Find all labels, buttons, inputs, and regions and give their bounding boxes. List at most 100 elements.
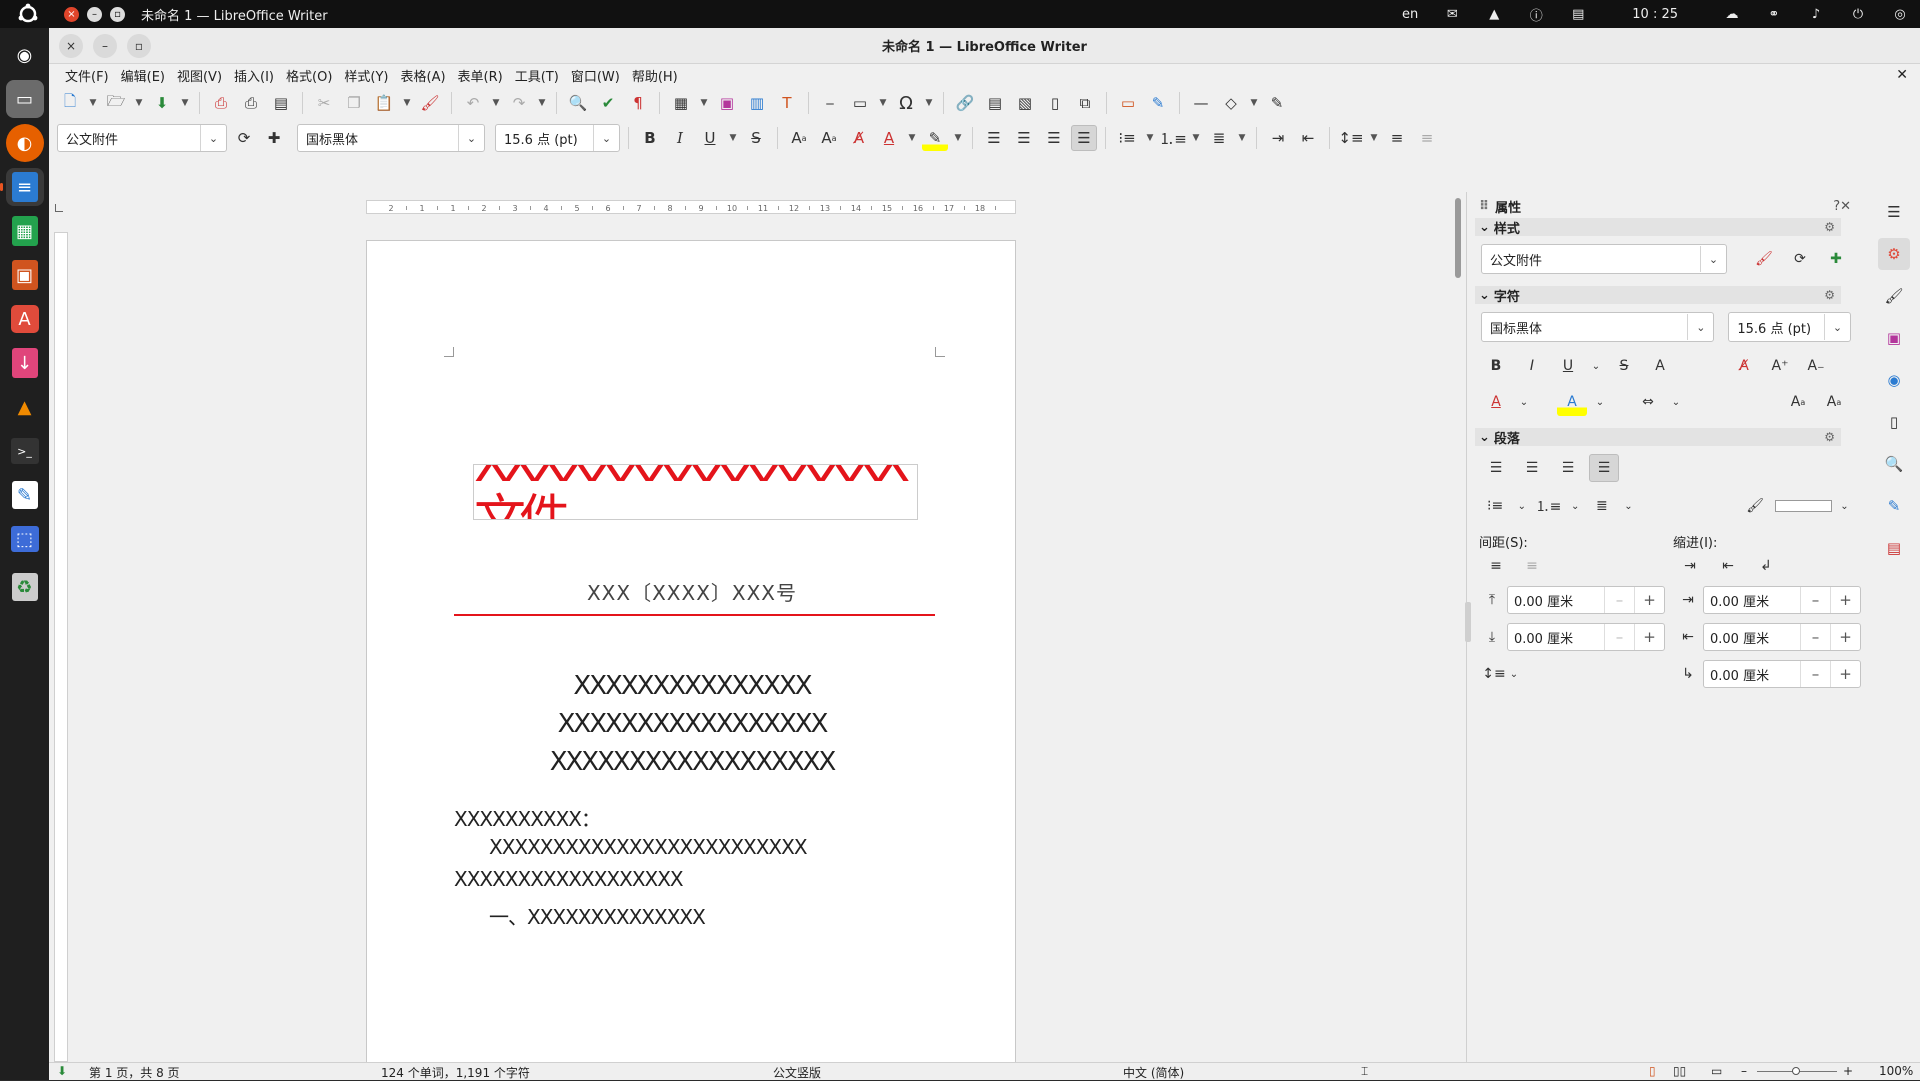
numbered-dropdown-icon[interactable]: ⌄ xyxy=(1569,492,1582,520)
maximize-icon[interactable]: ▫ xyxy=(110,6,125,22)
strikethrough-icon[interactable]: S xyxy=(1609,352,1639,380)
sidebar-size-combo[interactable]: 15.6 点 (pt) ⌄ xyxy=(1728,312,1851,342)
justify-icon[interactable]: ☰ xyxy=(1071,125,1097,151)
highlight-color-icon[interactable]: A xyxy=(1557,388,1587,416)
new-style-icon[interactable]: ✚ xyxy=(1821,245,1851,273)
writer-icon[interactable]: ≡ xyxy=(0,168,44,206)
screenshot-icon[interactable]: ⬚ xyxy=(6,520,44,558)
clear-formatting-icon[interactable]: A̸ xyxy=(1729,352,1759,380)
highlight-color-icon[interactable]: ✎ xyxy=(922,125,948,151)
special-char-dropdown-icon[interactable]: ▼ xyxy=(923,90,935,116)
style-section-header[interactable]: ⌄ 样式 ⚙ xyxy=(1475,218,1841,237)
cut-icon[interactable]: ✂ xyxy=(311,90,337,116)
numbered-dropdown-icon[interactable]: ▼ xyxy=(1190,125,1202,151)
bullet-dropdown-icon[interactable]: ▼ xyxy=(1144,125,1156,151)
align-center-icon[interactable]: ☰ xyxy=(1011,125,1037,151)
chevron-down-icon[interactable]: ⌄ xyxy=(593,125,619,151)
shrink-font-icon[interactable]: A₋ xyxy=(1801,352,1831,380)
highlight-dropdown-icon[interactable]: ⌄ xyxy=(1593,388,1607,416)
gear-icon[interactable]: ⚙ xyxy=(1824,288,1835,302)
menu-edit[interactable]: 编辑(E) xyxy=(115,66,171,85)
line-spacing-icon[interactable]: ↕≡ xyxy=(1338,125,1364,151)
underline-icon[interactable]: U xyxy=(697,125,723,151)
tab-stop-selector[interactable] xyxy=(55,204,63,212)
bookmark-icon[interactable]: ▯ xyxy=(1042,90,1068,116)
indent-after-field[interactable]: 0.00 厘米 – + xyxy=(1703,623,1861,651)
plus-icon[interactable]: + xyxy=(1830,587,1860,613)
single-page-view-icon[interactable]: ▯ xyxy=(1649,1064,1656,1078)
footnote-icon[interactable]: ▤ xyxy=(982,90,1008,116)
trash-icon[interactable]: ♻ xyxy=(6,568,44,606)
line-spacing-icon[interactable]: ↕≡ xyxy=(1479,660,1509,688)
justify-icon[interactable]: ☰ xyxy=(1589,454,1619,482)
chevron-down-icon[interactable]: ⌄ xyxy=(1700,246,1726,272)
formatting-marks-icon[interactable]: ¶ xyxy=(625,90,651,116)
font-color-dropdown-icon[interactable]: ⌄ xyxy=(1517,388,1531,416)
keyboard-language[interactable]: en xyxy=(1402,7,1418,22)
open-folder-icon[interactable]: 🗁 xyxy=(103,90,129,116)
font-color-icon[interactable]: A xyxy=(876,125,902,151)
insert-textbox-icon[interactable]: T xyxy=(774,90,800,116)
strikethrough-icon[interactable]: S xyxy=(743,125,769,151)
terminal-icon[interactable]: >_ xyxy=(6,432,44,470)
styles-tab-icon[interactable]: 🖌 xyxy=(1878,280,1910,312)
decrease-paragraph-spacing-icon[interactable]: ≡ xyxy=(1517,552,1547,580)
minus-icon[interactable]: – xyxy=(1800,661,1830,687)
paragraph-background-swatch[interactable] xyxy=(1775,500,1832,512)
text-language[interactable]: 中文 (简体) xyxy=(1123,1064,1184,1081)
outline-dropdown-icon[interactable]: ⌄ xyxy=(1622,492,1635,520)
subscript-icon[interactable]: Aa xyxy=(1819,388,1849,416)
character-spacing-icon[interactable]: ⇔ xyxy=(1633,388,1663,416)
close-icon[interactable]: × xyxy=(64,6,79,22)
new-style-icon[interactable]: ✚ xyxy=(261,125,287,151)
ubuntu-icon[interactable]: ◉ xyxy=(6,36,44,74)
paste-icon[interactable]: 📋 xyxy=(371,90,397,116)
bullet-list-icon[interactable]: ⁝≡ xyxy=(1114,125,1140,151)
bold-icon[interactable]: B xyxy=(1481,352,1511,380)
plus-icon[interactable]: + xyxy=(1634,624,1664,650)
gallery-tab-icon[interactable]: ▣ xyxy=(1878,322,1910,354)
undo-dropdown-icon[interactable]: ▼ xyxy=(490,90,502,116)
multi-page-view-icon[interactable]: ▯▯ xyxy=(1673,1064,1686,1078)
page-count[interactable]: 第 1 页，共 8 页 xyxy=(89,1064,180,1081)
align-right-icon[interactable]: ☰ xyxy=(1553,454,1583,482)
update-style-icon[interactable]: ⟳ xyxy=(1785,245,1815,273)
outline-list-icon[interactable]: ≣ xyxy=(1588,492,1616,520)
help-icon[interactable]: ?✕ xyxy=(1833,199,1851,214)
clock[interactable]: 10 : 25 xyxy=(1632,7,1678,22)
menu-format[interactable]: 格式(O) xyxy=(280,66,338,85)
insert-line-icon[interactable]: — xyxy=(1188,90,1214,116)
cross-reference-icon[interactable]: ⧉ xyxy=(1072,90,1098,116)
save-dropdown-icon[interactable]: ▼ xyxy=(179,90,191,116)
page-tab-icon[interactable]: ▯ xyxy=(1878,406,1910,438)
italic-icon[interactable]: I xyxy=(1517,352,1547,380)
copy-icon[interactable]: ❐ xyxy=(341,90,367,116)
red-header-title[interactable]: XXXXXXXXXXXXXXX文件 xyxy=(473,464,918,520)
redo-dropdown-icon[interactable]: ▼ xyxy=(536,90,548,116)
installer-icon[interactable]: ↓ xyxy=(6,344,44,382)
title-line-1[interactable]: XXXXXXXXXXXXXXX xyxy=(367,671,1017,701)
increase-spacing-icon[interactable]: ≡ xyxy=(1384,125,1410,151)
grow-font-icon[interactable]: A⁺ xyxy=(1765,352,1795,380)
weather-icon[interactable]: ☁ xyxy=(1724,6,1740,22)
table-dropdown-icon[interactable]: ▼ xyxy=(698,90,710,116)
book-view-icon[interactable]: ▭ xyxy=(1711,1064,1722,1078)
field-dropdown-icon[interactable]: ▼ xyxy=(877,90,889,116)
insert-field-icon[interactable]: ▭ xyxy=(847,90,873,116)
insert-table-icon[interactable]: ▦ xyxy=(668,90,694,116)
clipboard-icon[interactable]: ▤ xyxy=(1570,6,1586,22)
superscript-icon[interactable]: Aa xyxy=(786,125,812,151)
digital-signature-icon[interactable]: ⬇ xyxy=(57,1064,67,1078)
horizontal-ruler[interactable]: 2 1 1 2 3 4 5 6 7 8 9 10 11 12 13 14 15 16 17 18 xyxy=(366,200,1016,214)
design-tab-icon[interactable]: ▤ xyxy=(1878,532,1910,564)
chevron-down-icon[interactable]: ⌄ xyxy=(200,125,226,151)
sidebar-collapse-handle[interactable] xyxy=(1465,602,1471,642)
zoom-slider[interactable] xyxy=(1757,1067,1837,1075)
fill-format-icon[interactable]: 🖌 xyxy=(1749,245,1779,273)
underline-icon[interactable]: U xyxy=(1553,352,1583,380)
superscript-icon[interactable]: Aa xyxy=(1783,388,1813,416)
word-count[interactable]: 124 个单词，1,191 个字符 xyxy=(381,1064,530,1081)
decrease-indent-icon[interactable]: ⇤ xyxy=(1713,552,1743,580)
line-spacing-dropdown-icon[interactable]: ⌄ xyxy=(1507,660,1521,688)
navigator-tab-icon[interactable]: ◉ xyxy=(1878,364,1910,396)
